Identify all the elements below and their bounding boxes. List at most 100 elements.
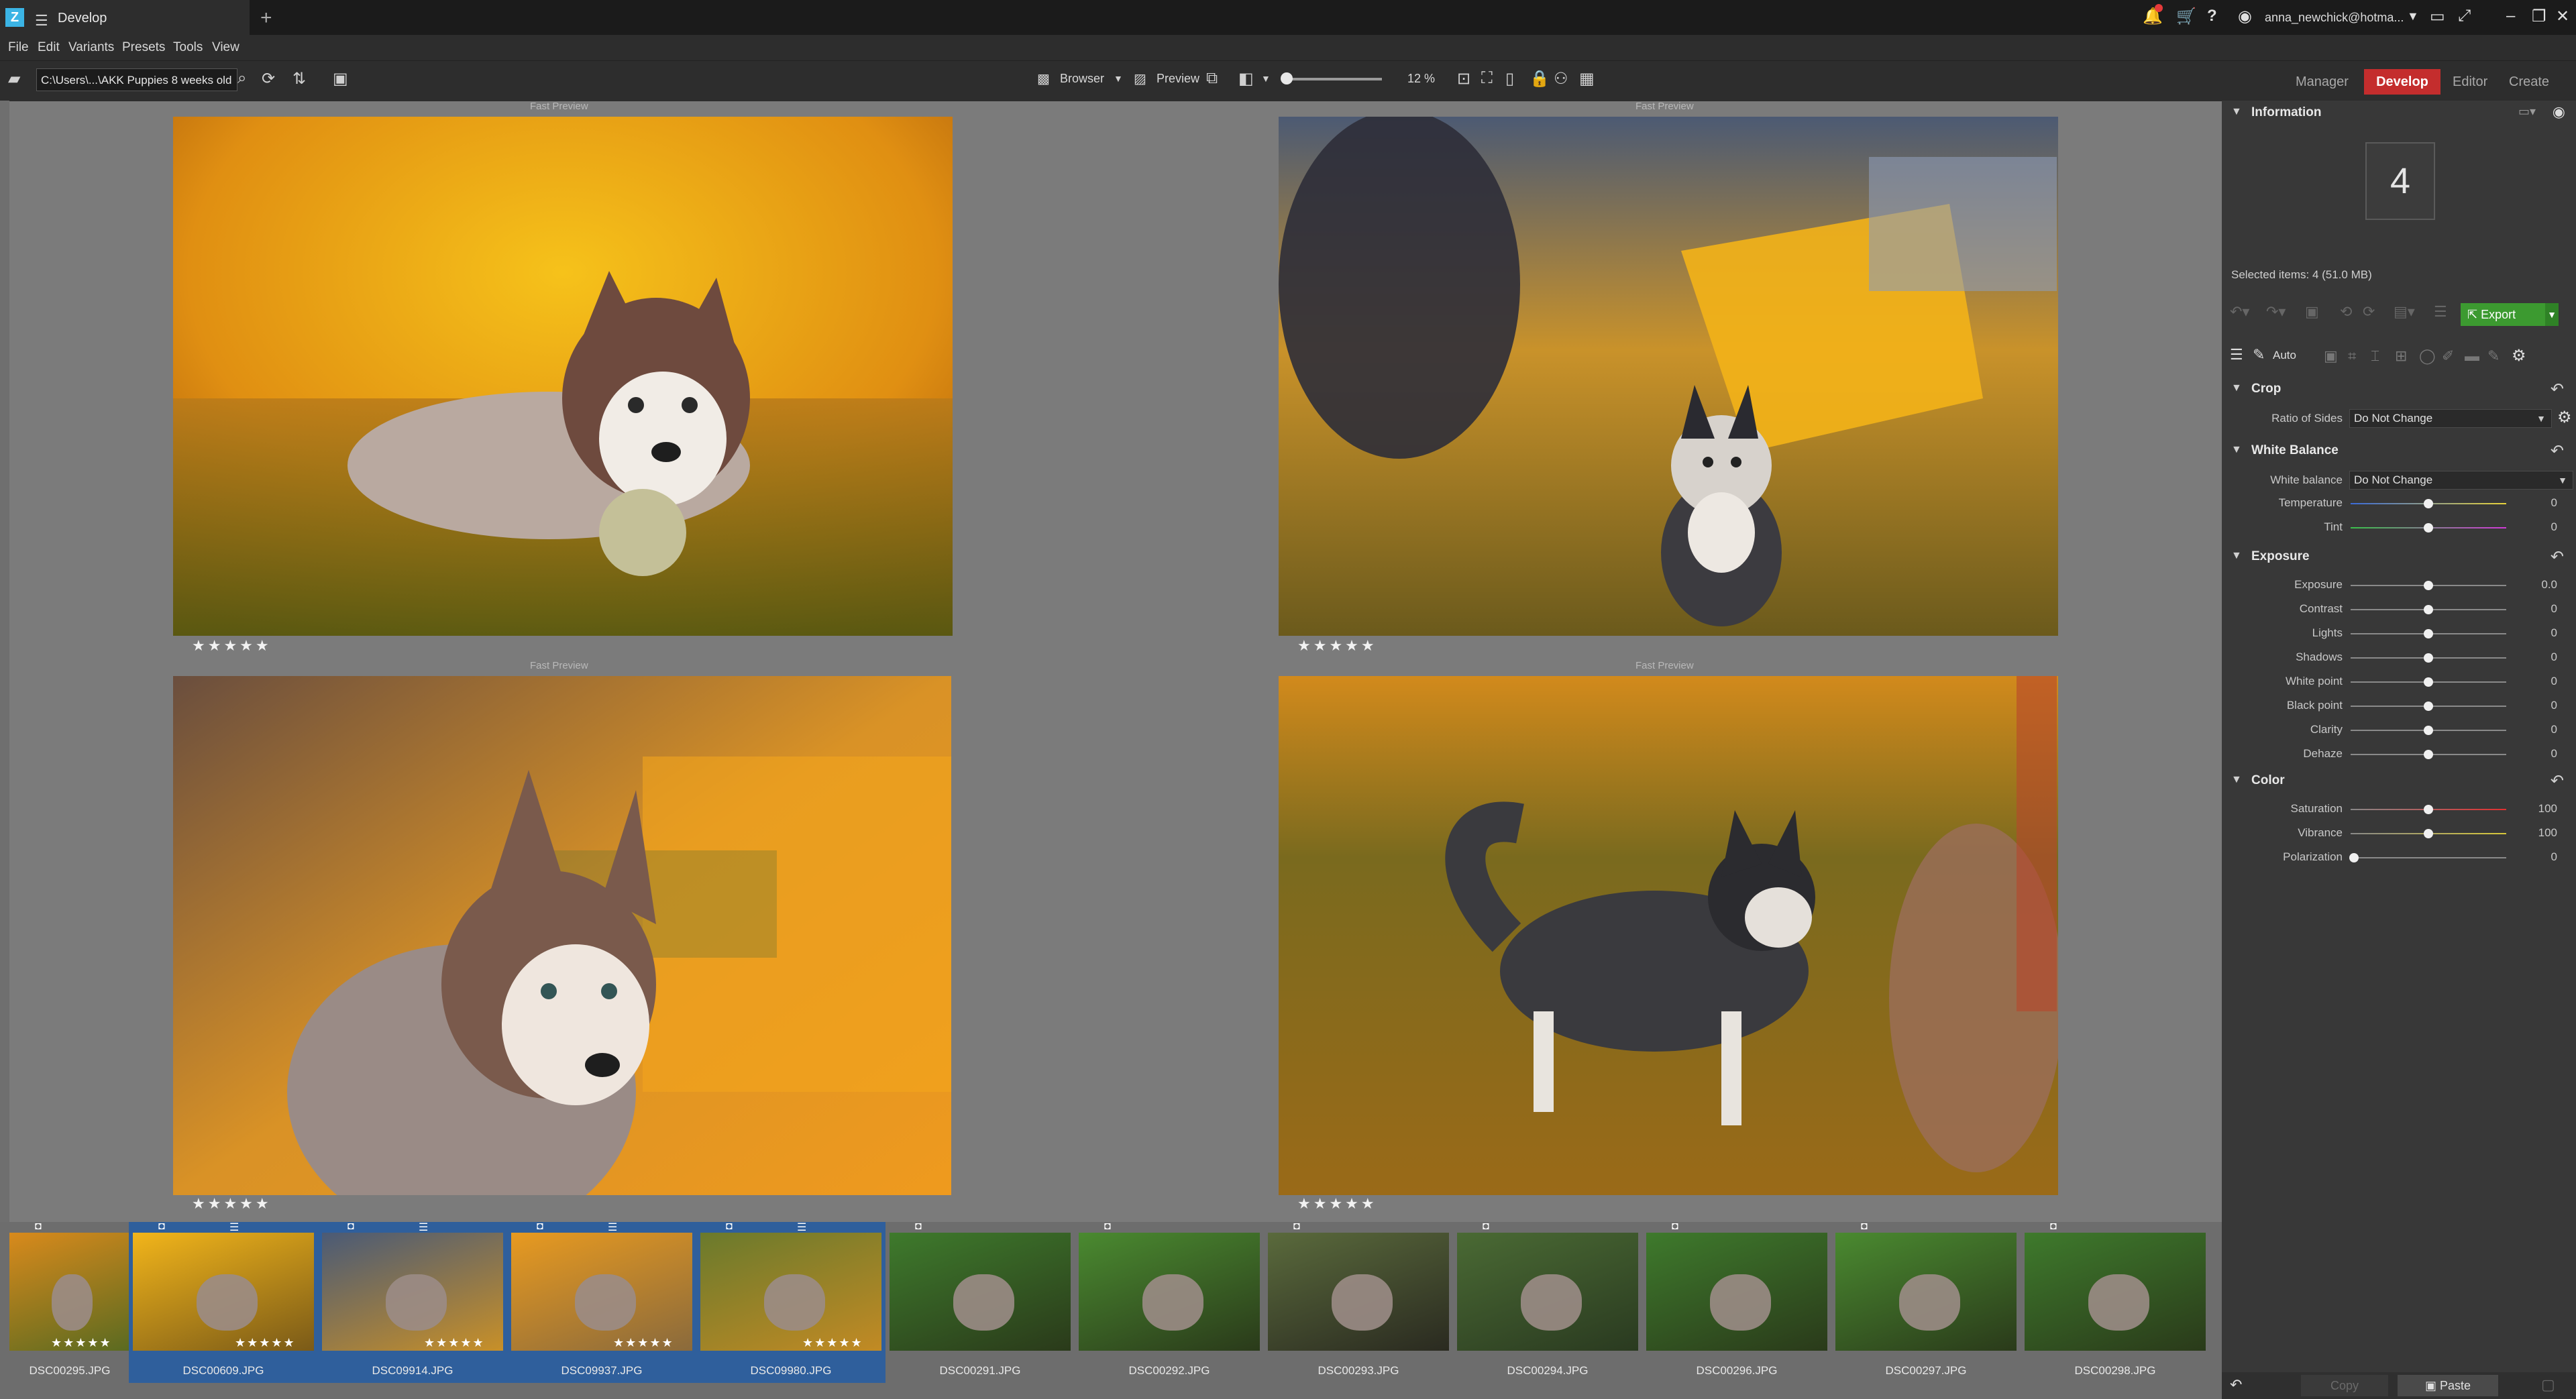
thumb-rating-stars[interactable]: ★★★★★: [802, 1336, 863, 1350]
filmstrip-thumb[interactable]: ◘ DSC00293.JPG: [1264, 1221, 1453, 1383]
rotate-right-icon[interactable]: ⟳: [2363, 303, 2375, 321]
help-icon[interactable]: ?: [2207, 7, 2217, 25]
reset-icon[interactable]: ↶: [2551, 380, 2564, 399]
slider-knob[interactable]: [2424, 629, 2433, 638]
rating-stars[interactable]: ★★★★★: [192, 1195, 272, 1213]
tool-settings-icon[interactable]: ⚙: [2512, 346, 2526, 366]
thumb-rating-stars[interactable]: ★★★★★: [51, 1336, 112, 1350]
slider-value[interactable]: 0: [2517, 675, 2557, 688]
filmstrip-thumb[interactable]: ◘ ☰ ★★★★★ DSC09914.JPG: [318, 1221, 507, 1383]
slider-value[interactable]: 100: [2517, 802, 2557, 816]
path-field[interactable]: C:\Users\...\AKK Puppies 8 weeks old: [36, 68, 237, 91]
compare-icon[interactable]: ◧: [1238, 69, 1254, 89]
lock-icon[interactable]: 🔒: [1529, 69, 1550, 89]
browser-icon[interactable]: ▩: [1037, 70, 1050, 87]
thumb-rating-stars[interactable]: ★★★★★: [424, 1336, 485, 1350]
filmstrip-thumb[interactable]: ◘ DSC00296.JPG: [1642, 1221, 1831, 1383]
menu-view[interactable]: View: [212, 40, 239, 55]
refresh-icon[interactable]: ⟳: [262, 69, 275, 89]
grid-view-icon[interactable]: ▦: [1579, 69, 1595, 89]
collapse-arrow-icon[interactable]: ▼: [2231, 382, 2242, 394]
filmstrip-thumb[interactable]: ◘ DSC00297.JPG: [1831, 1221, 2021, 1383]
feedback-icon[interactable]: ▭: [2430, 7, 2445, 26]
slider-value[interactable]: 0: [2517, 699, 2557, 712]
slider-track[interactable]: [2351, 857, 2506, 858]
actual-size-icon[interactable]: ⊡: [1457, 69, 1470, 89]
white-balance-section-header[interactable]: ▼ White Balance ↶: [2222, 439, 2576, 463]
preview-button[interactable]: Preview: [1157, 72, 1199, 86]
menu-file[interactable]: File: [8, 40, 29, 55]
mode-create[interactable]: Create: [2509, 69, 2549, 95]
slider-value[interactable]: 0: [2517, 602, 2557, 616]
brush-icon[interactable]: ✐: [2442, 347, 2454, 365]
fill-icon[interactable]: ▯: [1505, 69, 1514, 89]
filmstrip-thumb[interactable]: ◘ ☰ ★★★★★ DSC09980.JPG: [696, 1221, 885, 1383]
thumb-rating-stars[interactable]: ★★★★★: [235, 1336, 296, 1350]
slider-knob[interactable]: [2424, 605, 2433, 614]
rating-stars[interactable]: ★★★★★: [1297, 1195, 1377, 1213]
collapse-arrow-icon[interactable]: ▼: [2231, 774, 2242, 786]
slider-value[interactable]: 0: [2517, 520, 2557, 534]
crop-section-header[interactable]: ▼ Crop ↶: [2222, 377, 2576, 401]
reset-icon[interactable]: ↶: [2551, 771, 2564, 791]
reset-icon[interactable]: ↶: [2551, 441, 2564, 461]
undo-icon[interactable]: ↶▾: [2230, 303, 2249, 321]
user-icon[interactable]: ◉: [2238, 7, 2252, 26]
slider-value[interactable]: 0: [2517, 626, 2557, 640]
slider-knob[interactable]: [2424, 750, 2433, 759]
slider-value[interactable]: 0: [2517, 496, 2557, 510]
mode-editor[interactable]: Editor: [2453, 69, 2487, 95]
menu-presets[interactable]: Presets: [122, 40, 165, 55]
transform-icon[interactable]: ⊞: [2395, 347, 2407, 365]
new-tab-icon[interactable]: +: [260, 7, 272, 30]
exposure-section-header[interactable]: ▼ Exposure ↶: [2222, 545, 2576, 569]
zoom-slider-track[interactable]: [1281, 78, 1382, 80]
rotate-left-icon[interactable]: ⟲: [2340, 303, 2352, 321]
fit-icon[interactable]: ⛶: [1481, 69, 1493, 88]
filmstrip-thumb[interactable]: ◘ ☰ ★★★★★ DSC00609.JPG: [129, 1221, 318, 1383]
slider-knob[interactable]: [2424, 523, 2433, 533]
filmstrip-thumb[interactable]: ◘ DSC00292.JPG: [1075, 1221, 1264, 1383]
filmstrip-thumb[interactable]: ◘ ☰ ★★★★★ DSC09937.JPG: [507, 1221, 696, 1383]
export-chevron-icon[interactable]: ▼: [2545, 303, 2559, 326]
copy-button[interactable]: Copy: [2301, 1375, 2388, 1396]
menu-tools[interactable]: Tools: [173, 40, 203, 55]
preview-photo-2[interactable]: [1279, 117, 2058, 636]
color-section-header[interactable]: ▼ Color ↶: [2222, 769, 2576, 793]
paste-button[interactable]: ▣ Paste: [2398, 1375, 2498, 1396]
slider-knob[interactable]: [2424, 805, 2433, 814]
collapse-arrow-icon[interactable]: ▼: [2231, 444, 2242, 456]
reset-all-icon[interactable]: ↶: [2230, 1376, 2242, 1394]
adjustments-icon[interactable]: ☰: [2230, 346, 2243, 363]
filmstrip-thumb[interactable]: ◘ ★★★★★ DSC00295.JPG: [5, 1221, 134, 1383]
zoom-slider-knob[interactable]: [1280, 72, 1293, 85]
reset-icon[interactable]: ↶: [2551, 547, 2564, 567]
collapse-arrow-icon[interactable]: ▼: [2231, 550, 2242, 562]
sync-icon[interactable]: ▢: [2541, 1376, 2555, 1394]
close-icon[interactable]: ✕: [2556, 7, 2569, 26]
mode-develop[interactable]: Develop: [2364, 69, 2440, 95]
folder-icon[interactable]: ▰: [8, 69, 20, 89]
hamburger-icon[interactable]: ☰: [35, 12, 48, 30]
people-icon[interactable]: ⚇: [1554, 69, 1568, 89]
rating-stars[interactable]: ★★★★★: [192, 637, 272, 655]
search-icon[interactable]: ⌕: [237, 69, 246, 88]
slider-knob[interactable]: [2349, 853, 2359, 862]
new-folder-icon[interactable]: ▣: [333, 69, 348, 89]
save-icon[interactable]: ▤▾: [2394, 303, 2415, 321]
wb-dropdown[interactable]: Do Not Change ▼: [2349, 471, 2573, 490]
slider-knob[interactable]: [2424, 726, 2433, 735]
cart-icon[interactable]: 🛒: [2176, 7, 2196, 26]
slider-value[interactable]: 0: [2517, 850, 2557, 864]
sort-icon[interactable]: ⇅: [292, 69, 306, 89]
maximize-icon[interactable]: ❐: [2532, 7, 2546, 26]
menu-variants[interactable]: Variants: [68, 40, 114, 55]
filmstrip-thumb[interactable]: ◘ DSC00294.JPG: [1453, 1221, 1642, 1383]
slider-value[interactable]: 0: [2517, 747, 2557, 761]
mode-manager[interactable]: Manager: [2296, 69, 2349, 95]
straighten-icon[interactable]: ⌶: [2371, 347, 2379, 365]
auto-button[interactable]: Auto: [2273, 349, 2296, 362]
camera-icon[interactable]: ▣: [2324, 347, 2338, 365]
slider-knob[interactable]: [2424, 702, 2433, 711]
fullscreen-icon[interactable]: ⤢: [2458, 7, 2471, 25]
